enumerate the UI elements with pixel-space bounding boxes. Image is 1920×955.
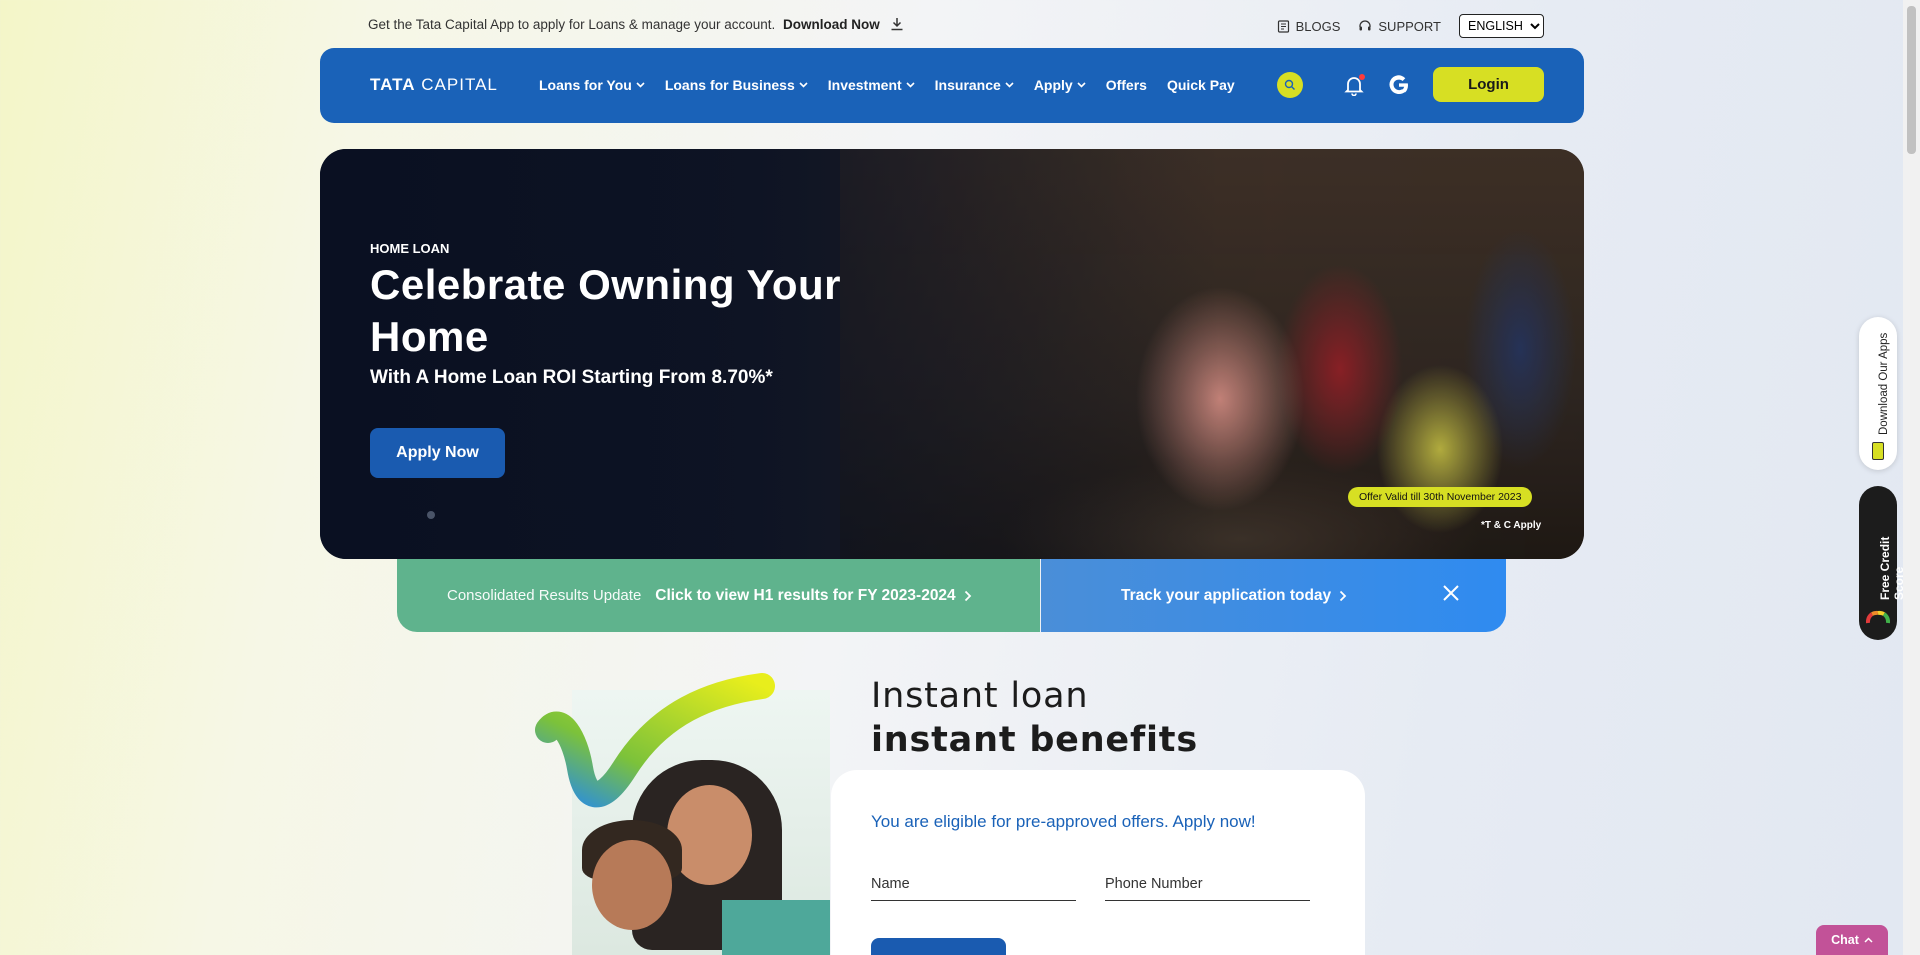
hero-title: Celebrate Owning Your Home bbox=[370, 261, 842, 360]
hero-tag: HOME LOAN bbox=[370, 241, 450, 256]
download-apps-label: Download Our Apps bbox=[1878, 332, 1890, 435]
chevron-right-icon bbox=[1340, 590, 1347, 601]
pre-approved-form: You are eligible for pre-approved offers… bbox=[831, 770, 1365, 955]
headset-icon bbox=[1359, 20, 1372, 31]
download-icon[interactable] bbox=[890, 17, 904, 34]
nav-item-quick-pay[interactable]: Quick Pay bbox=[1167, 77, 1235, 93]
tata-capital-logo[interactable]: TATA CAPITAL bbox=[370, 75, 498, 95]
top-utility-bar: Get the Tata Capital App to apply for Lo… bbox=[368, 14, 1544, 38]
chevron-down-icon bbox=[799, 82, 808, 88]
apply-now-button[interactable]: Apply Now bbox=[370, 428, 505, 478]
heading-line-1: Instant loan bbox=[871, 676, 1089, 716]
submit-button[interactable] bbox=[871, 938, 1006, 955]
chat-button[interactable]: Chat bbox=[1816, 925, 1888, 955]
app-promo: Get the Tata Capital App to apply for Lo… bbox=[368, 17, 904, 34]
language-select[interactable]: ENGLISH bbox=[1459, 14, 1544, 38]
offer-validity-badge: Offer Valid till 30th November 2023 bbox=[1348, 487, 1533, 507]
instant-loan-heading: Instant loan instant benefits bbox=[871, 674, 1198, 762]
nav-label: Investment bbox=[827, 77, 902, 93]
logo-rest: CAPITAL bbox=[415, 75, 498, 94]
track-application-banner[interactable]: Track your application today bbox=[1041, 559, 1506, 632]
logo-bold: TATA bbox=[370, 75, 416, 94]
phone-icon bbox=[1872, 442, 1884, 460]
eligible-message: You are eligible for pre-approved offers… bbox=[871, 812, 1256, 831]
carousel-dot[interactable] bbox=[427, 511, 435, 519]
download-now-link[interactable]: Download Now bbox=[783, 17, 880, 32]
chevron-down-icon bbox=[1005, 82, 1014, 88]
google-signin-button[interactable] bbox=[1387, 73, 1411, 97]
announcement-strip: Consolidated Results Update Click to vie… bbox=[397, 559, 1506, 632]
chevron-down-icon bbox=[906, 82, 915, 88]
credit-score-label: Free Credit Score bbox=[1878, 536, 1906, 600]
close-icon[interactable] bbox=[1442, 584, 1460, 602]
support-link[interactable]: SUPPORT bbox=[1358, 19, 1441, 34]
nav-item-offers[interactable]: Offers bbox=[1106, 77, 1147, 93]
chevron-down-icon bbox=[636, 82, 645, 88]
support-label: SUPPORT bbox=[1378, 18, 1441, 34]
google-icon bbox=[1389, 74, 1408, 94]
download-apps-widget[interactable]: Download Our Apps bbox=[1859, 317, 1897, 470]
phone-number-field[interactable]: Phone Number bbox=[1105, 876, 1310, 901]
search-button[interactable] bbox=[1277, 71, 1303, 98]
nav-label: Loans for Business bbox=[664, 77, 795, 93]
page-scrollbar[interactable] bbox=[1903, 0, 1920, 955]
chevron-down-icon bbox=[1077, 82, 1086, 88]
heading-line-2: instant benefits bbox=[871, 720, 1198, 760]
nav-actions: Login bbox=[1277, 67, 1544, 102]
results-link[interactable]: Click to view H1 results for FY 2023-202… bbox=[655, 587, 955, 605]
name-field[interactable]: Name bbox=[871, 876, 1076, 901]
blogs-link[interactable]: BLOGS bbox=[1277, 18, 1341, 34]
nav-label: Offers bbox=[1105, 77, 1147, 93]
nav-label: Quick Pay bbox=[1166, 77, 1235, 93]
track-application-link[interactable]: Track your application today bbox=[1121, 587, 1331, 605]
nav-label: Loans for You bbox=[539, 77, 632, 93]
chevron-up-icon bbox=[1864, 937, 1873, 943]
notification-dot bbox=[1359, 73, 1365, 80]
face-shape bbox=[592, 840, 672, 930]
app-promo-text: Get the Tata Capital App to apply for Lo… bbox=[368, 17, 776, 32]
nav-label: Insurance bbox=[934, 77, 1001, 93]
login-button[interactable]: Login bbox=[1433, 67, 1544, 102]
results-label: Consolidated Results Update bbox=[447, 587, 642, 604]
nav-item-investment[interactable]: Investment bbox=[828, 77, 915, 93]
gauge-icon bbox=[1866, 610, 1890, 624]
search-icon bbox=[1284, 79, 1295, 90]
hero-subtitle: With A Home Loan ROI Starting From 8.70%… bbox=[370, 367, 773, 388]
nav-item-insurance[interactable]: Insurance bbox=[935, 77, 1014, 93]
notification-button[interactable] bbox=[1343, 73, 1365, 96]
free-credit-score-widget[interactable]: Free Credit Score bbox=[1859, 486, 1906, 640]
scrollbar-thumb[interactable] bbox=[1907, 6, 1916, 154]
chevron-right-icon bbox=[964, 590, 971, 601]
blogs-label: BLOGS bbox=[1295, 18, 1341, 34]
nav-menu: Loans for You Loans for Business Investm… bbox=[539, 77, 1235, 93]
shirt-shape bbox=[722, 900, 830, 955]
chat-label: Chat bbox=[1831, 933, 1859, 947]
nav-item-loans-for-you[interactable]: Loans for You bbox=[539, 77, 645, 93]
results-update-banner[interactable]: Consolidated Results Update Click to vie… bbox=[397, 559, 1040, 632]
hero-banner[interactable]: HOME LOAN Celebrate Owning Your Home Wit… bbox=[320, 149, 1584, 559]
nav-label: Apply bbox=[1033, 77, 1073, 93]
nav-item-apply[interactable]: Apply bbox=[1034, 77, 1086, 93]
main-navbar: TATA CAPITAL Loans for You Loans for Bus… bbox=[320, 48, 1584, 123]
utility-links: BLOGS SUPPORT ENGLISH bbox=[1277, 14, 1544, 38]
checkmark-swoosh-icon bbox=[535, 673, 775, 808]
terms-note: *T & C Apply bbox=[1481, 520, 1542, 531]
blog-icon bbox=[1277, 19, 1289, 33]
nav-item-loans-for-business[interactable]: Loans for Business bbox=[665, 77, 808, 93]
